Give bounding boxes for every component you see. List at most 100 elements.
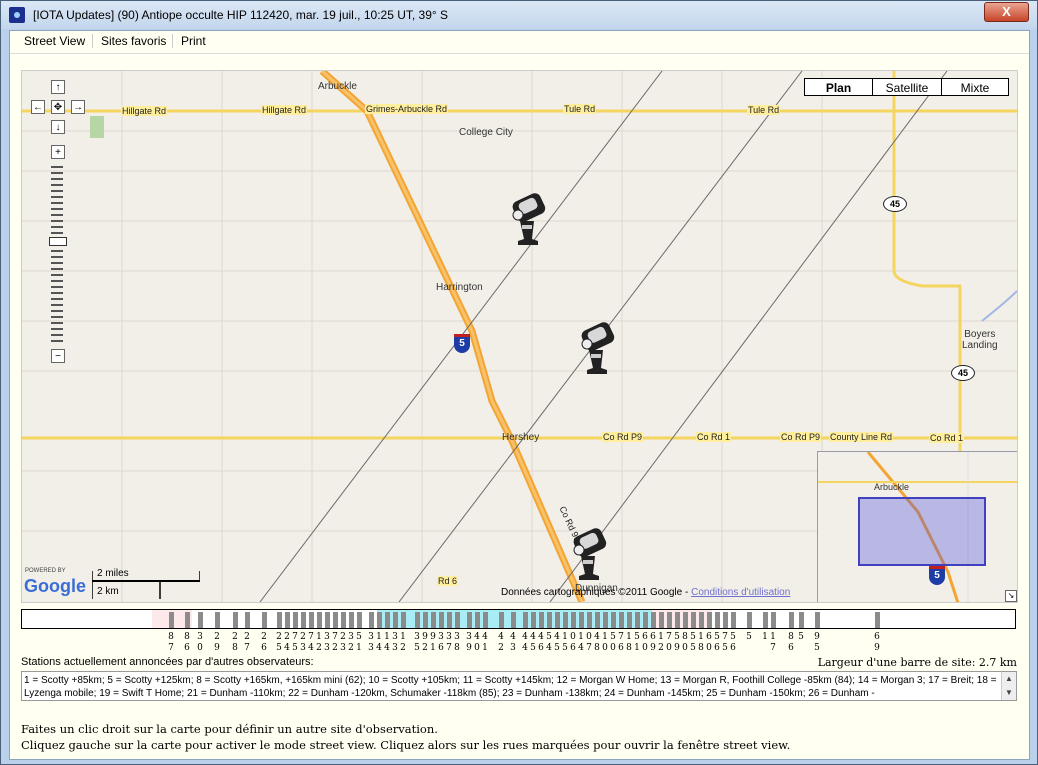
site-bar-marker[interactable] bbox=[715, 612, 720, 628]
site-bar-marker[interactable] bbox=[431, 612, 436, 628]
site-bar-marker[interactable] bbox=[455, 612, 460, 628]
overview-viewport-box[interactable] bbox=[858, 497, 986, 566]
site-bar-marker[interactable] bbox=[467, 612, 472, 628]
site-bar-marker[interactable] bbox=[233, 612, 238, 628]
site-bar-marker[interactable] bbox=[603, 612, 608, 628]
pan-right-button[interactable]: → bbox=[71, 100, 85, 114]
site-bar-marker[interactable] bbox=[415, 612, 420, 628]
site-bar-marker[interactable] bbox=[611, 612, 616, 628]
site-bar-marker[interactable] bbox=[659, 612, 664, 628]
site-bar-marker[interactable] bbox=[635, 612, 640, 628]
site-bar-marker[interactable] bbox=[619, 612, 624, 628]
pan-down-button[interactable]: ↓ bbox=[51, 120, 65, 134]
telescope-icon[interactable] bbox=[575, 320, 619, 376]
site-bar[interactable] bbox=[21, 609, 1016, 629]
site-bar-marker[interactable] bbox=[447, 612, 452, 628]
pan-up-button[interactable]: ↑ bbox=[51, 80, 65, 94]
site-number: 1 4 bbox=[384, 632, 390, 653]
close-button[interactable]: X bbox=[984, 2, 1029, 22]
site-bar-marker[interactable] bbox=[198, 612, 203, 628]
telescope-icon[interactable] bbox=[567, 526, 611, 582]
site-bar-marker[interactable] bbox=[511, 612, 516, 628]
pan-center-button[interactable]: ✥ bbox=[51, 100, 65, 114]
site-bar-marker[interactable] bbox=[185, 612, 190, 628]
site-bar-marker[interactable] bbox=[651, 612, 656, 628]
site-bar-marker[interactable] bbox=[771, 612, 776, 628]
site-bar-marker[interactable] bbox=[262, 612, 267, 628]
menu-sites-favoris[interactable]: Sites favoris bbox=[92, 34, 174, 48]
site-bar-marker[interactable] bbox=[587, 612, 592, 628]
site-bar-marker[interactable] bbox=[539, 612, 544, 628]
zoom-slider-thumb[interactable] bbox=[49, 237, 67, 246]
scroll-up-icon[interactable]: ▲ bbox=[1002, 672, 1016, 686]
zoom-in-button[interactable]: + bbox=[51, 145, 65, 159]
site-bar-marker[interactable] bbox=[799, 612, 804, 628]
site-bar-marker[interactable] bbox=[563, 612, 568, 628]
site-bar-marker[interactable] bbox=[531, 612, 536, 628]
map-canvas[interactable]: Arbuckle College City Harrington Hershey… bbox=[21, 70, 1018, 603]
menu-street-view[interactable]: Street View bbox=[16, 34, 93, 48]
site-bar-marker[interactable] bbox=[277, 612, 282, 628]
site-bar-marker[interactable] bbox=[875, 612, 880, 628]
site-bar-marker[interactable] bbox=[301, 612, 306, 628]
zoom-out-button[interactable]: − bbox=[51, 349, 65, 363]
site-bar-marker[interactable] bbox=[789, 612, 794, 628]
scroll-down-icon[interactable]: ▼ bbox=[1002, 686, 1016, 700]
site-bar-marker[interactable] bbox=[439, 612, 444, 628]
site-bar-marker[interactable] bbox=[815, 612, 820, 628]
overview-map[interactable]: Arbuckle 5 ↘ bbox=[817, 451, 1017, 602]
site-bar-marker[interactable] bbox=[731, 612, 736, 628]
site-bar-marker[interactable] bbox=[723, 612, 728, 628]
site-bar-marker[interactable] bbox=[499, 612, 504, 628]
site-bar-marker[interactable] bbox=[215, 612, 220, 628]
site-bar-marker[interactable] bbox=[571, 612, 576, 628]
site-bar-marker[interactable] bbox=[627, 612, 632, 628]
map-type-plan[interactable]: Plan bbox=[804, 78, 873, 96]
site-bar-marker[interactable] bbox=[595, 612, 600, 628]
site-bar-marker[interactable] bbox=[747, 612, 752, 628]
overview-toggle-icon[interactable]: ↘ bbox=[1005, 590, 1017, 602]
site-bar-marker[interactable] bbox=[357, 612, 362, 628]
terms-link[interactable]: Conditions d'utilisation bbox=[691, 587, 790, 598]
site-bar-marker[interactable] bbox=[377, 612, 382, 628]
map-type-mixte[interactable]: Mixte bbox=[941, 78, 1009, 96]
powered-by-label: POWERED BY bbox=[25, 568, 66, 574]
site-bar-marker[interactable] bbox=[285, 612, 290, 628]
site-bar-marker[interactable] bbox=[699, 612, 704, 628]
site-bar-marker[interactable] bbox=[643, 612, 648, 628]
site-bar-marker[interactable] bbox=[475, 612, 480, 628]
site-bar-marker[interactable] bbox=[763, 612, 768, 628]
title-bar[interactable]: [IOTA Updates] (90) Antiope occulte HIP … bbox=[1, 1, 1037, 29]
stations-scrollbar[interactable]: ▲ ▼ bbox=[1001, 672, 1016, 700]
site-bar-marker[interactable] bbox=[293, 612, 298, 628]
site-bar-marker[interactable] bbox=[523, 612, 528, 628]
site-bar-marker[interactable] bbox=[579, 612, 584, 628]
site-bar-marker[interactable] bbox=[675, 612, 680, 628]
zoom-slider-track[interactable] bbox=[51, 166, 63, 346]
telescope-icon[interactable] bbox=[506, 191, 550, 247]
site-bar-marker[interactable] bbox=[333, 612, 338, 628]
site-bar-marker[interactable] bbox=[169, 612, 174, 628]
site-bar-marker[interactable] bbox=[349, 612, 354, 628]
site-bar-marker[interactable] bbox=[401, 612, 406, 628]
site-bar-marker[interactable] bbox=[707, 612, 712, 628]
site-bar-marker[interactable] bbox=[325, 612, 330, 628]
site-bar-marker[interactable] bbox=[341, 612, 346, 628]
map-type-satellite[interactable]: Satellite bbox=[872, 78, 942, 96]
site-bar-marker[interactable] bbox=[667, 612, 672, 628]
pan-left-button[interactable]: ← bbox=[31, 100, 45, 114]
site-bar-marker[interactable] bbox=[393, 612, 398, 628]
site-bar-marker[interactable] bbox=[309, 612, 314, 628]
site-bar-marker[interactable] bbox=[483, 612, 488, 628]
stations-textbox[interactable]: 1 = Scotty +85km; 5 = Scotty +125km; 8 =… bbox=[21, 671, 1017, 701]
site-bar-marker[interactable] bbox=[385, 612, 390, 628]
site-bar-marker[interactable] bbox=[423, 612, 428, 628]
site-bar-marker[interactable] bbox=[245, 612, 250, 628]
site-bar-marker[interactable] bbox=[317, 612, 322, 628]
site-bar-marker[interactable] bbox=[555, 612, 560, 628]
menu-print[interactable]: Print bbox=[172, 34, 214, 48]
site-bar-marker[interactable] bbox=[369, 612, 374, 628]
site-bar-marker[interactable] bbox=[683, 612, 688, 628]
site-bar-marker[interactable] bbox=[691, 612, 696, 628]
site-bar-marker[interactable] bbox=[547, 612, 552, 628]
